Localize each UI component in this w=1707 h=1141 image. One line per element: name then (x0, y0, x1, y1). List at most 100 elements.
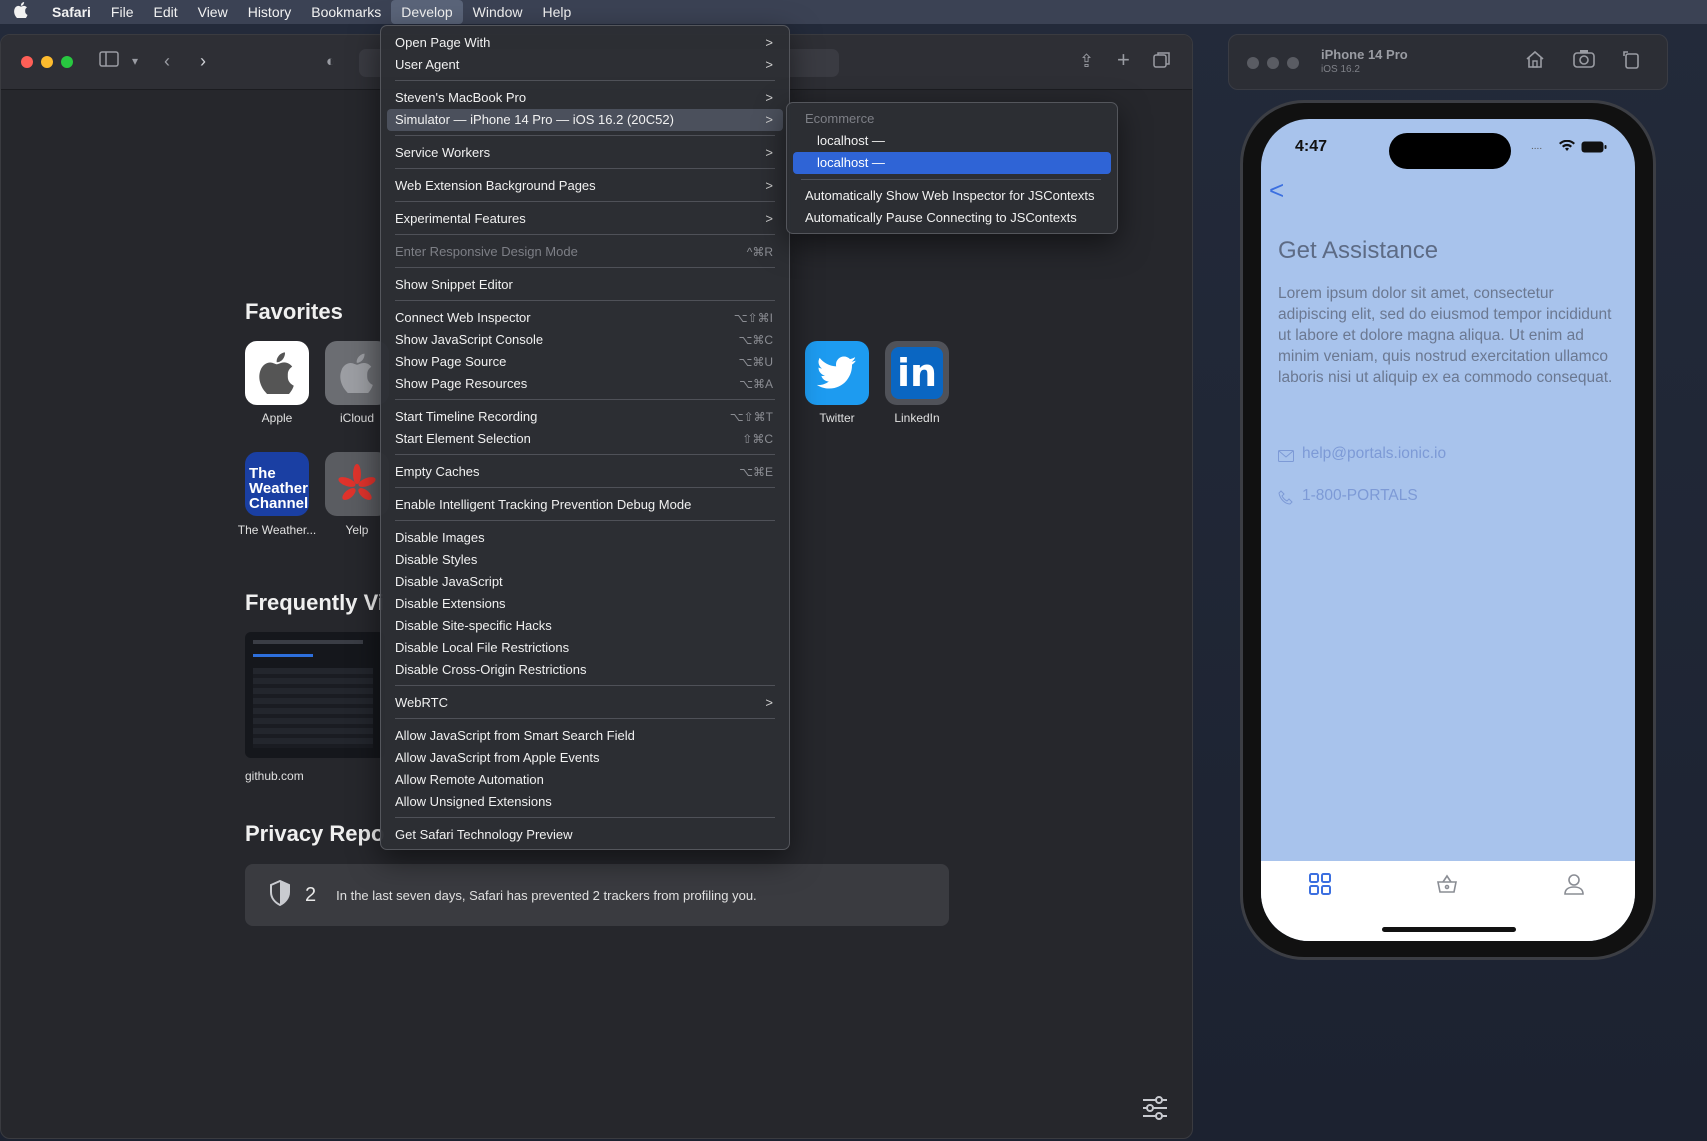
menu-item-timeline-recording[interactable]: Start Timeline Recording ⌥⇧⌘T (387, 406, 783, 428)
menu-history[interactable]: History (238, 0, 302, 24)
menu-shortcut: ⌥⌘U (738, 355, 774, 369)
iphone-frame: 4:47 .... < Get Assistance Lorem ipsum d… (1240, 100, 1656, 960)
menu-item-js-console[interactable]: Show JavaScript Console ⌥⌘C (387, 329, 783, 351)
privacy-report-card[interactable]: 2 In the last seven days, Safari has pre… (245, 864, 949, 926)
menu-item-disable-javascript[interactable]: Disable JavaScript (387, 571, 783, 593)
menu-item-disable-extensions[interactable]: Disable Extensions (387, 593, 783, 615)
home-icon[interactable] (1525, 49, 1545, 74)
support-email-link[interactable]: help@portals.ionic.io (1302, 445, 1446, 463)
iphone-screen: 4:47 .... < Get Assistance Lorem ipsum d… (1261, 119, 1635, 941)
customize-settings-icon[interactable] (1141, 1095, 1169, 1126)
back-arrow-icon[interactable]: ‹ (164, 51, 170, 72)
sidebar-icon[interactable] (99, 51, 119, 72)
menu-window[interactable]: Window (463, 0, 533, 24)
menu-item-js-smart-search[interactable]: Allow JavaScript from Smart Search Field (387, 725, 783, 747)
menu-separator (395, 718, 775, 719)
menu-shortcut: ⇧⌘C (742, 432, 773, 446)
menu-item-user-agent[interactable]: User Agent > (387, 54, 783, 76)
frequently-visited-title: Frequently Vi (245, 590, 384, 615)
menu-item-connect-web-inspector[interactable]: Connect Web Inspector ⌥⇧⌘I (387, 307, 783, 329)
menu-item-label: Allow JavaScript from Smart Search Field (395, 728, 635, 743)
menu-develop[interactable]: Develop (391, 0, 463, 24)
menu-item-itp-debug-mode[interactable]: Enable Intelligent Tracking Prevention D… (387, 494, 783, 516)
menu-item-snippet-editor[interactable]: Show Snippet Editor (387, 274, 783, 296)
close-window-button[interactable] (1247, 57, 1259, 69)
submenu-item-auto-pause[interactable]: Automatically Pause Connecting to JSCont… (793, 207, 1111, 229)
menu-item-open-page-with[interactable]: Open Page With > (387, 32, 783, 54)
menu-item-empty-caches[interactable]: Empty Caches ⌥⌘E (387, 461, 783, 483)
linkedin-logo-icon: in (891, 347, 943, 399)
menu-separator (395, 267, 775, 268)
menu-item-label: Enable Intelligent Tracking Prevention D… (395, 497, 692, 512)
menu-item-disable-local-file-restrictions[interactable]: Disable Local File Restrictions (387, 637, 783, 659)
tab-profile-icon[interactable] (1563, 873, 1585, 900)
chevron-right-icon: > (765, 57, 773, 72)
menu-shortcut: ⌥⇧⌘I (733, 311, 773, 325)
menu-item-service-workers[interactable]: Service Workers > (387, 142, 783, 164)
menu-separator (395, 135, 775, 136)
menu-item-js-apple-events[interactable]: Allow JavaScript from Apple Events (387, 747, 783, 769)
favorite-twitter[interactable] (805, 341, 869, 405)
minimize-window-button[interactable] (1267, 57, 1279, 69)
menu-file[interactable]: File (101, 0, 144, 24)
menu-item-label: Experimental Features (395, 211, 526, 226)
menu-item-element-selection[interactable]: Start Element Selection ⇧⌘C (387, 428, 783, 450)
chevron-right-icon: > (765, 112, 773, 127)
menu-item-experimental-features[interactable]: Experimental Features > (387, 208, 783, 230)
menu-separator (395, 487, 775, 488)
menu-item-label: Steven's MacBook Pro (395, 90, 527, 105)
dynamic-island (1389, 133, 1511, 169)
menu-item-page-source[interactable]: Show Page Source ⌥⌘U (387, 351, 783, 373)
menu-item-web-extension-pages[interactable]: Web Extension Background Pages > (387, 175, 783, 197)
tab-grid-icon[interactable] (1309, 873, 1331, 900)
menu-item-webrtc[interactable]: WebRTC > (387, 692, 783, 714)
menu-item-disable-site-hacks[interactable]: Disable Site-specific Hacks (387, 615, 783, 637)
menu-help[interactable]: Help (532, 0, 581, 24)
menu-item-page-resources[interactable]: Show Page Resources ⌥⌘A (387, 373, 783, 395)
menu-item-remote-automation[interactable]: Allow Remote Automation (387, 769, 783, 791)
minimize-window-button[interactable] (41, 56, 53, 68)
menu-item-label: Disable Images (395, 530, 485, 545)
yelp-burst-icon (338, 464, 376, 500)
menu-item-unsigned-extensions[interactable]: Allow Unsigned Extensions (387, 791, 783, 813)
menu-item-technology-preview[interactable]: Get Safari Technology Preview (387, 824, 783, 846)
menu-item-disable-images[interactable]: Disable Images (387, 527, 783, 549)
screenshot-icon[interactable] (1573, 49, 1595, 74)
menu-edit[interactable]: Edit (143, 0, 187, 24)
menu-item-simulator[interactable]: Simulator — iPhone 14 Pro — iOS 16.2 (20… (387, 109, 783, 131)
back-chevron-icon[interactable]: < (1269, 175, 1284, 206)
favorite-apple[interactable] (245, 341, 309, 405)
frequent-site-thumbnail[interactable] (245, 632, 385, 758)
menu-bookmarks[interactable]: Bookmarks (301, 0, 391, 24)
menu-item-disable-cross-origin[interactable]: Disable Cross-Origin Restrictions (387, 659, 783, 681)
menu-item-macbook[interactable]: Steven's MacBook Pro > (387, 87, 783, 109)
rotate-icon[interactable] (1621, 49, 1641, 74)
chevron-down-icon[interactable]: ▾ (132, 54, 138, 68)
shield-icon[interactable]: ◐ (326, 53, 335, 70)
chevron-right-icon: > (765, 90, 773, 105)
menu-safari[interactable]: Safari (42, 0, 101, 24)
forward-arrow-icon[interactable]: › (200, 51, 206, 72)
menu-separator (395, 454, 775, 455)
support-phone-link[interactable]: 1-800-PORTALS (1302, 487, 1418, 505)
close-window-button[interactable] (21, 56, 33, 68)
apple-menu-icon[interactable] (0, 2, 42, 22)
menu-item-disable-styles[interactable]: Disable Styles (387, 549, 783, 571)
favorite-weather-channel[interactable]: The Weather Channel (245, 452, 309, 516)
weather-channel-logo: The Weather Channel (249, 465, 309, 512)
menu-view[interactable]: View (188, 0, 238, 24)
share-icon[interactable]: ⇪ (1079, 51, 1094, 72)
submenu-item-localhost-1[interactable]: localhost — (793, 130, 1111, 152)
tab-basket-icon[interactable] (1436, 873, 1458, 900)
submenu-item-localhost-2[interactable]: localhost — (793, 152, 1111, 174)
zoom-window-button[interactable] (1287, 57, 1299, 69)
submenu-item-auto-show-inspector[interactable]: Automatically Show Web Inspector for JSC… (793, 185, 1111, 207)
zoom-window-button[interactable] (61, 56, 73, 68)
home-indicator (1382, 927, 1516, 932)
tab-overview-icon[interactable] (1153, 51, 1171, 74)
simulator-submenu: Ecommerce localhost — localhost — Automa… (786, 102, 1118, 234)
new-tab-icon[interactable]: + (1117, 47, 1130, 73)
favorite-linkedin[interactable]: in (885, 341, 949, 405)
menu-separator (395, 234, 775, 235)
menu-shortcut: ^⌘R (746, 245, 773, 259)
